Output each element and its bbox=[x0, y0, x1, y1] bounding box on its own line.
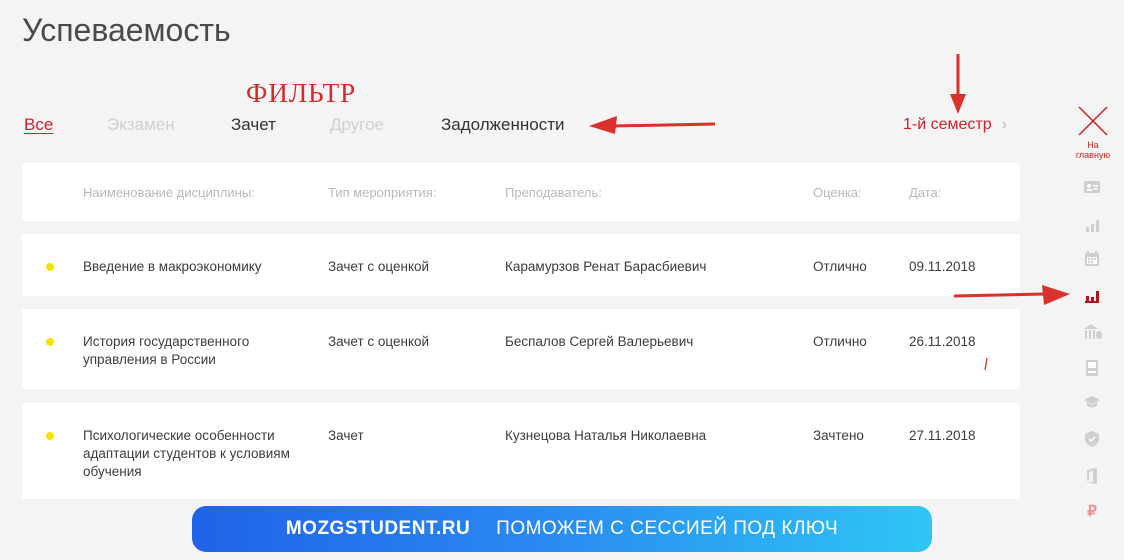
discipline-name: История государственного управления в Ро… bbox=[83, 334, 250, 367]
book-icon[interactable] bbox=[1083, 359, 1101, 377]
close-icon[interactable] bbox=[1076, 104, 1110, 138]
header-teacher: Преподаватель: bbox=[505, 185, 602, 200]
discipline-name: Введение в макроэкономику bbox=[83, 259, 262, 274]
status-dot bbox=[46, 263, 54, 271]
status-dot bbox=[46, 338, 54, 346]
profile-card-icon[interactable] bbox=[1083, 178, 1101, 196]
table-row[interactable]: История государственного управления в Ро… bbox=[22, 309, 1020, 389]
filter-tab-credit[interactable]: Зачет bbox=[231, 115, 276, 135]
event-type: Зачет с оценкой bbox=[328, 334, 430, 349]
header-event-type: Тип мероприятия: bbox=[328, 185, 437, 200]
shield-icon[interactable] bbox=[1083, 430, 1101, 448]
date: 09.11.2018 bbox=[909, 259, 976, 274]
table-row[interactable]: Введение в макроэкономику Зачет с оценко… bbox=[22, 234, 1020, 296]
ruble-icon[interactable]: ₽ bbox=[1083, 503, 1101, 521]
office-icon[interactable] bbox=[1083, 467, 1101, 485]
table-row[interactable]: Психологические особенности адаптации ст… bbox=[22, 403, 1020, 499]
teacher-name: Кузнецова Наталья Николаевна bbox=[505, 428, 707, 443]
stats-chart-icon[interactable] bbox=[1083, 216, 1101, 234]
banner-brand: MOZGSTUDENT.RU bbox=[285, 518, 471, 539]
home-link[interactable]: На главную bbox=[1070, 140, 1116, 160]
university-icon[interactable] bbox=[1083, 323, 1102, 341]
grade: Зачтено bbox=[813, 428, 864, 443]
filter-tab-exam[interactable]: Экзамен bbox=[107, 115, 175, 135]
header-discipline: Наименование дисциплины: bbox=[83, 185, 255, 200]
date: 27.11.2018 bbox=[909, 428, 976, 443]
chevron-right-icon: › bbox=[1001, 116, 1007, 133]
date: 26.11.2018 bbox=[909, 334, 976, 349]
teacher-name: Карамурзов Ренат Барасбиевич bbox=[505, 259, 707, 274]
banner-slogan: ПОМОЖЕМ С СЕССИЕЙ ПОД КЛЮЧ bbox=[496, 518, 839, 539]
grade: Отлично bbox=[813, 334, 867, 349]
semester-label: 1-й семестр bbox=[903, 116, 992, 133]
graduation-cap-icon[interactable] bbox=[1083, 393, 1101, 411]
teacher-name: Беспалов Сергей Валерьевич bbox=[505, 334, 694, 349]
table-header: Наименование дисциплины: Тип мероприятия… bbox=[22, 163, 1020, 221]
event-type: Зачет с оценкой bbox=[328, 259, 430, 274]
event-type: Зачет bbox=[328, 428, 364, 443]
right-sidebar: На главную ₽ bbox=[1066, 98, 1118, 538]
header-date: Дата: bbox=[909, 185, 942, 200]
arrow-left-annotation bbox=[589, 116, 716, 134]
grade: Отлично bbox=[813, 259, 867, 274]
promo-banner[interactable]: MOZGSTUDENT.RU ПОМОЖЕМ С СЕССИЕЙ ПОД КЛЮ… bbox=[192, 506, 932, 552]
arrow-down-annotation bbox=[950, 54, 966, 114]
calendar-icon[interactable] bbox=[1083, 250, 1101, 268]
page-title: Успеваемость bbox=[22, 12, 231, 48]
filter-annotation: ФИЛЬТР bbox=[246, 78, 357, 108]
discipline-name: Психологические особенности адаптации ст… bbox=[83, 428, 290, 479]
filter-tab-all[interactable]: Все bbox=[24, 115, 53, 135]
header-grade: Оценка: bbox=[813, 185, 862, 200]
status-dot bbox=[46, 432, 54, 440]
performance-chart-icon[interactable] bbox=[1083, 287, 1101, 305]
semester-selector[interactable]: 1-й семестр › bbox=[903, 116, 1007, 134]
filter-tab-debts[interactable]: Задолженности bbox=[441, 115, 564, 135]
filter-tab-other[interactable]: Другое bbox=[330, 115, 384, 135]
